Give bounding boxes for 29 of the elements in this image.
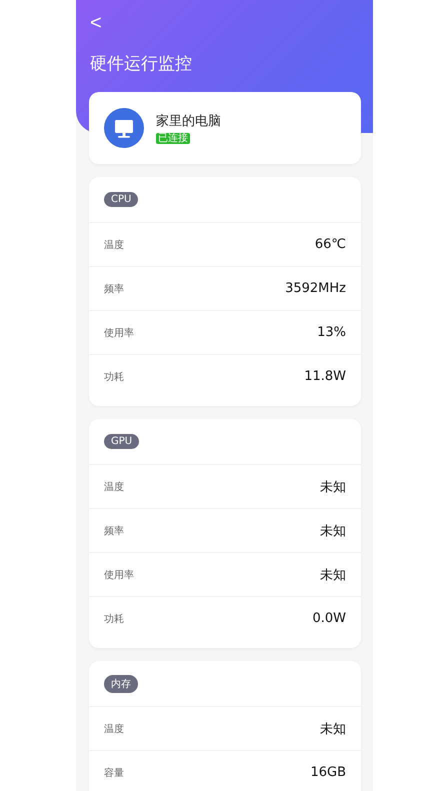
metric-value: 3592MHz <box>285 281 346 296</box>
section-tag: 内存 <box>104 674 138 692</box>
metric-value: 11.8W <box>304 369 346 384</box>
metric-label: 使用率 <box>104 326 134 340</box>
section-tag: CPU <box>104 192 138 207</box>
metric-value: 66℃ <box>314 237 346 252</box>
metric-value: 13% <box>317 325 346 340</box>
metric-value: 未知 <box>320 566 346 584</box>
device-card[interactable]: 家里的电脑 已连接 <box>89 92 361 164</box>
metric-label: 使用率 <box>104 568 134 582</box>
page-title: 硬件运行监控 <box>90 53 192 75</box>
metric-value: 未知 <box>320 522 346 540</box>
metric-value: 16GB <box>310 765 346 780</box>
metric-label: 容量 <box>104 766 124 780</box>
metric-label: 温度 <box>104 238 124 252</box>
section-tag: GPU <box>104 434 140 449</box>
metric-label: 频率 <box>104 282 124 296</box>
metric-label: 功耗 <box>104 370 124 384</box>
back-button[interactable]: < <box>90 12 102 34</box>
metric-label: 温度 <box>104 480 124 494</box>
metric-label: 温度 <box>104 722 124 736</box>
device-name: 家里的电脑 <box>156 113 221 130</box>
status-badge: 已连接 <box>156 133 190 144</box>
metric-label: 频率 <box>104 524 124 538</box>
metric-label: 功耗 <box>104 612 124 626</box>
monitor-icon <box>104 108 144 148</box>
metric-value: 0.0W <box>312 611 346 626</box>
metric-value: 未知 <box>320 478 346 496</box>
metric-value: 未知 <box>320 720 346 738</box>
